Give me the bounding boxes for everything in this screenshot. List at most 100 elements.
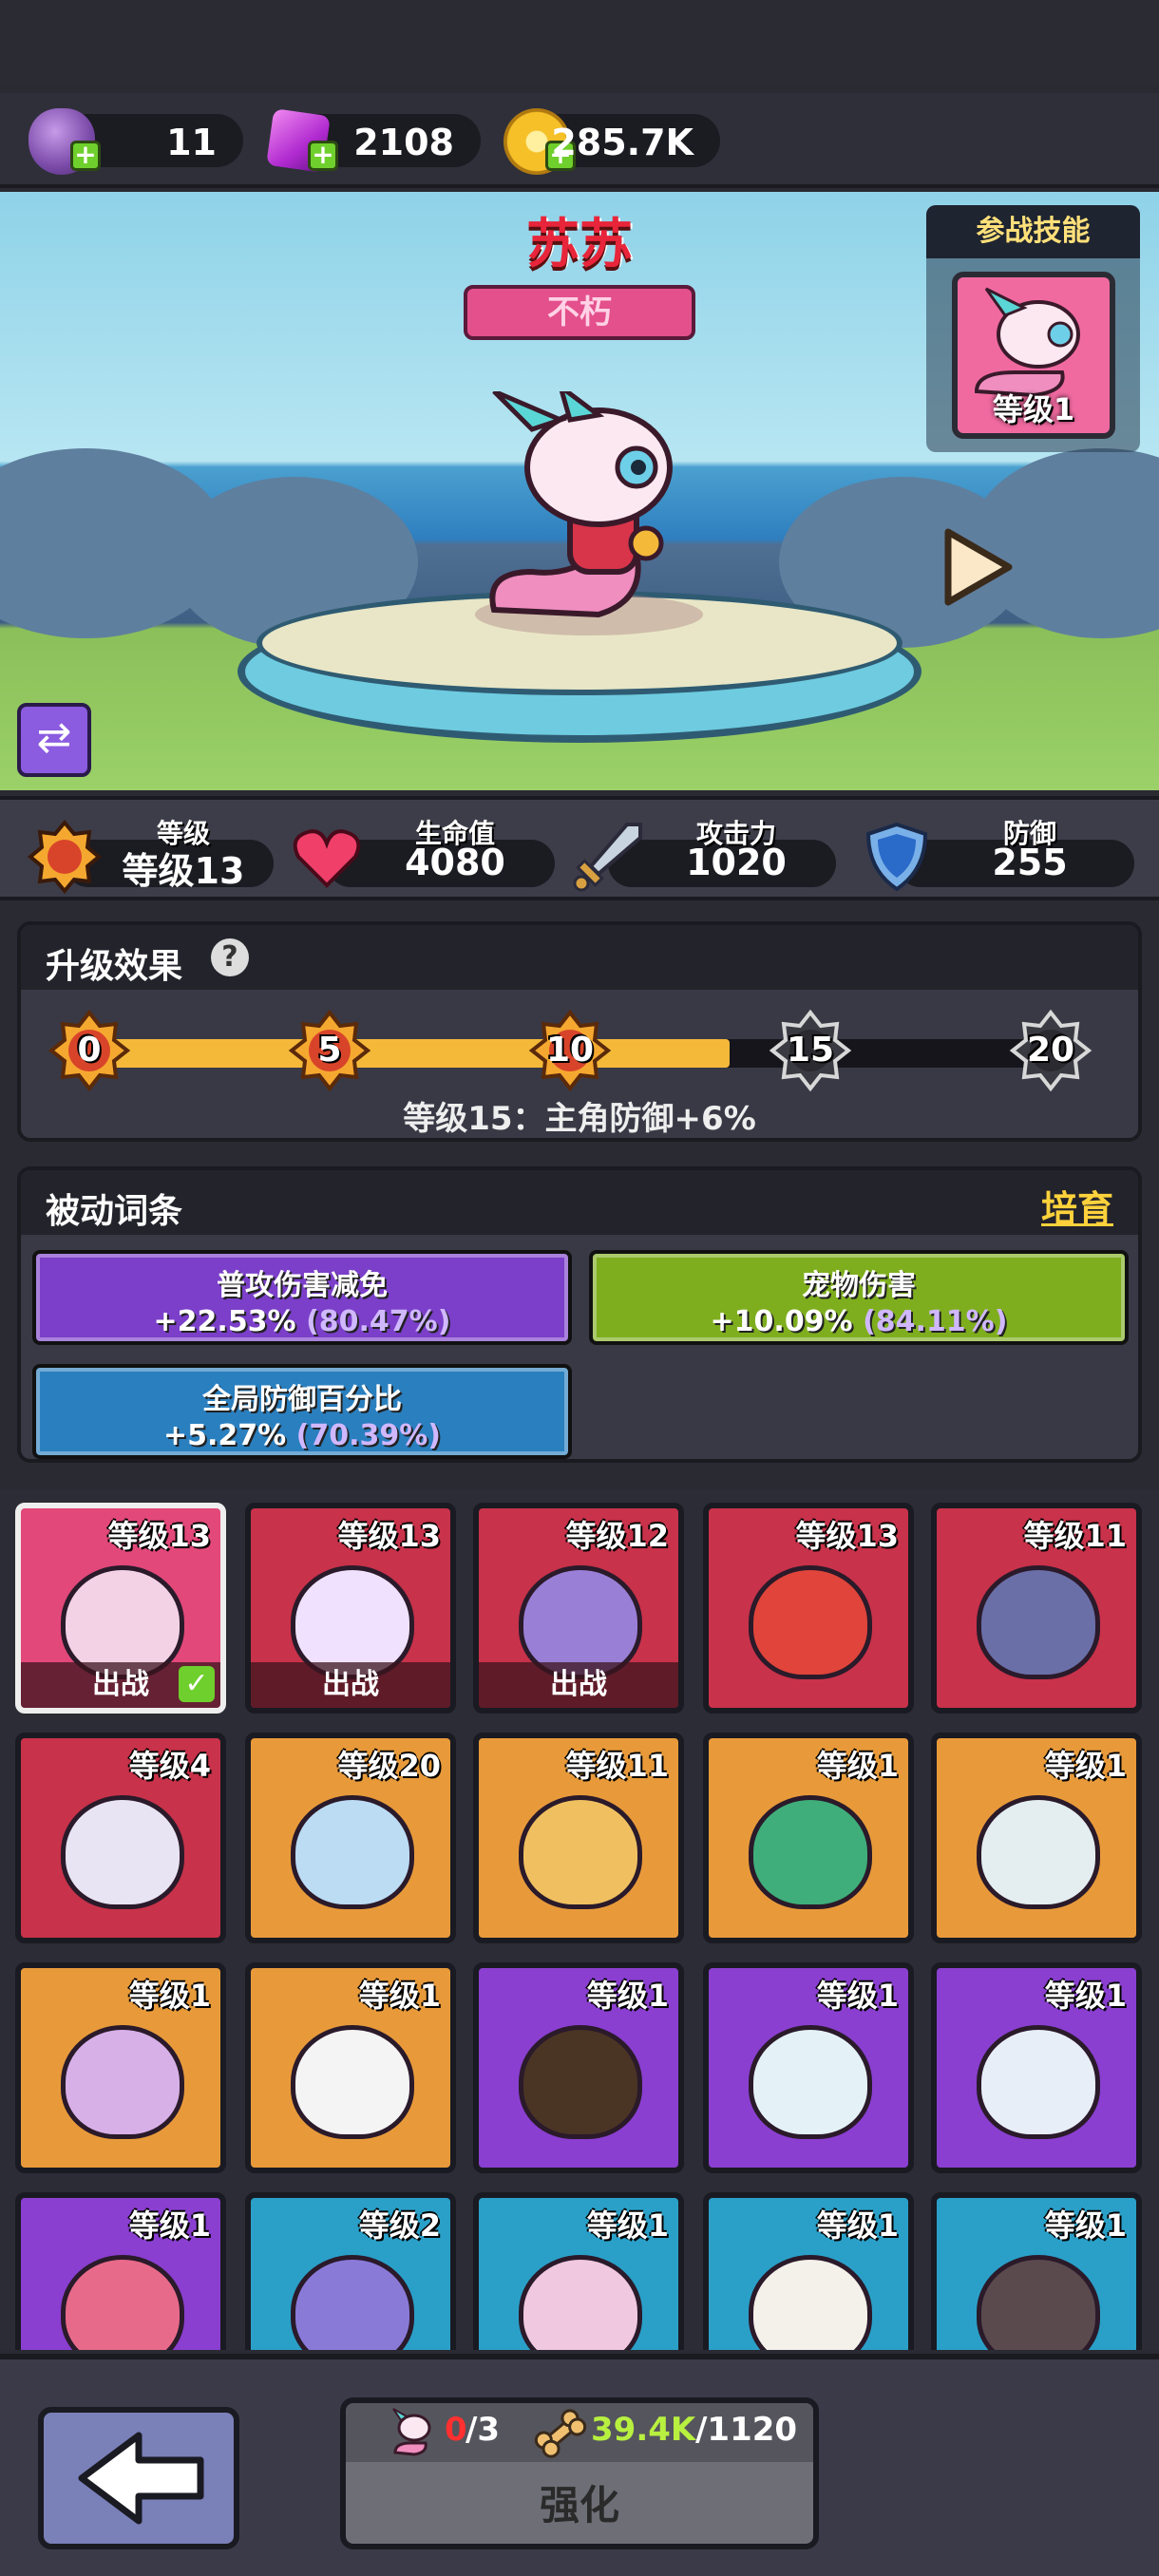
pet-card[interactable]: 等级1 <box>15 1962 226 2173</box>
add-gems-icon[interactable]: + <box>308 141 338 171</box>
pet-card[interactable]: 等级1 <box>931 1962 1142 2173</box>
skill-pet-icon <box>974 287 1080 398</box>
pet-level: 等级13 <box>107 1518 211 1554</box>
pet-portrait <box>61 1795 184 1909</box>
milestone-node: 0 <box>48 1009 131 1092</box>
pet-portrait <box>749 1795 872 1909</box>
pet-level: 等级1 <box>816 1978 899 2014</box>
affix-name: 宠物伤害 <box>802 1269 916 1302</box>
help-icon[interactable]: ? <box>211 938 249 976</box>
pet-card[interactable]: 等级1 <box>245 1962 456 2173</box>
bottom-bar: 0 /3 39.4K /1120 强化 <box>0 2354 1159 2576</box>
pet-portrait <box>977 2255 1100 2350</box>
stat-level: 等级 等级13 <box>27 813 274 895</box>
pet-portrait <box>519 2025 642 2139</box>
back-arrow-icon <box>78 2432 204 2525</box>
pet-card[interactable]: 等级20 <box>245 1733 456 1943</box>
affix-value: +5.27% <box>162 1419 287 1452</box>
pet-card[interactable]: 等级11 <box>473 1733 684 1943</box>
milestone-node: 5 <box>288 1009 371 1092</box>
bones-need: /1120 <box>695 2411 798 2449</box>
battle-skill-title: 参战技能 <box>926 205 1140 258</box>
pet-card[interactable]: 等级1 <box>931 2192 1142 2350</box>
pet-level: 等级4 <box>128 1748 211 1784</box>
affix-max: (80.47%) <box>306 1305 451 1338</box>
pet-portrait <box>519 1795 642 1909</box>
coin-currency[interactable]: + 285.7K <box>504 108 720 175</box>
upgrade-effect-title: 升级效果 <box>46 947 183 986</box>
pet-level: 等级1 <box>586 1978 669 2014</box>
battle-skill-card[interactable]: 等级1 <box>952 272 1115 439</box>
milestone-label: 10 <box>545 1031 595 1070</box>
affix-value-row: +22.53% (80.47%) <box>36 1305 568 1338</box>
pet-level: 等级13 <box>337 1518 441 1554</box>
pet-card[interactable]: 等级1 <box>931 1733 1142 1943</box>
pet-card[interactable]: 等级1 <box>703 2192 914 2350</box>
heart-icon <box>293 829 361 888</box>
affix-max: (70.39%) <box>295 1419 442 1452</box>
shield-icon <box>865 822 928 892</box>
level-badge-icon <box>27 819 103 895</box>
milestone-label: 5 <box>317 1031 342 1070</box>
affix-max: (84.11%) <box>863 1305 1008 1338</box>
stat-hp: 生命值 4080 <box>289 813 555 889</box>
back-button[interactable] <box>38 2407 239 2549</box>
pet-portrait <box>749 1565 872 1679</box>
hero-scene: 苏苏 不朽 参战技能 等级1 ⇄ <box>0 192 1159 790</box>
hero-pet-sprite <box>475 391 703 635</box>
pet-level: 等级13 <box>795 1518 899 1554</box>
pet-card[interactable]: 等级12 出战 <box>473 1503 684 1714</box>
milestone-label: 20 <box>1026 1031 1075 1070</box>
pet-card[interactable]: 等级2 <box>245 2192 456 2350</box>
train-link[interactable]: 培育 <box>1041 1180 1113 1232</box>
pet-card[interactable]: 等级4 <box>15 1733 226 1943</box>
current-effect-text: 等级15：主角防御+6% <box>403 1100 756 1138</box>
currency-bar: + 11 + 2108 + 285.7K <box>0 93 1159 188</box>
pet-level: 等级1 <box>128 1978 211 2014</box>
gem-currency[interactable]: + 2108 <box>266 108 481 173</box>
shards-need: /3 <box>466 2411 501 2449</box>
stat-attack: 攻击力 1020 <box>570 813 836 892</box>
stat-value: 1020 <box>686 842 787 883</box>
shards-have: 0 <box>445 2411 467 2449</box>
pet-card[interactable]: 等级13 <box>703 1503 914 1714</box>
affix-card: 全局防御百分比 +5.27% (70.39%) <box>32 1364 572 1459</box>
pet-portrait <box>519 2255 642 2350</box>
pet-level: 等级1 <box>128 2207 211 2244</box>
gem-count: 2108 <box>353 122 454 163</box>
pet-portrait <box>61 2025 184 2139</box>
affix-value-row: +10.09% (84.11%) <box>593 1305 1125 1338</box>
pet-level: 等级12 <box>565 1518 669 1554</box>
pet-card[interactable]: 等级1 <box>473 2192 684 2350</box>
in-battle-label: 出战 <box>251 1662 450 1708</box>
pet-grid: 等级13 出战 ✓ 等级13 出战 等级12 出战 等级13 等级11 等级4 等级20 等级11 等级… <box>0 1489 1159 2350</box>
pet-level: 等级11 <box>1023 1518 1127 1554</box>
pet-card[interactable]: 等级1 <box>15 2192 226 2350</box>
upgrade-button[interactable]: 0 /3 39.4K /1120 强化 <box>340 2397 819 2549</box>
pet-level: 等级1 <box>1044 2207 1127 2244</box>
battle-skill-panel: 参战技能 等级1 <box>926 205 1140 452</box>
pet-card[interactable]: 等级13 出战 ✓ <box>15 1503 226 1714</box>
swap-view-button[interactable]: ⇄ <box>17 703 91 777</box>
selected-check-icon: ✓ <box>179 1666 215 1702</box>
milestone-node: 20 <box>1009 1009 1092 1092</box>
pet-card[interactable]: 等级11 <box>931 1503 1142 1714</box>
pet-portrait <box>749 2255 872 2350</box>
pet-level: 等级1 <box>816 1748 899 1784</box>
pet-level: 等级1 <box>1044 1748 1127 1784</box>
stats-bar: 等级 等级13 生命值 4080 攻击力 1020 防御 255 <box>0 796 1159 900</box>
stat-defense: 防御 255 <box>859 813 1134 892</box>
affix-card: 宠物伤害 +10.09% (84.11%) <box>589 1250 1129 1345</box>
affix-value-row: +5.27% (70.39%) <box>36 1419 568 1452</box>
stat-value: 4080 <box>405 842 505 883</box>
pet-card[interactable]: 等级1 <box>473 1962 684 2173</box>
next-pet-arrow-icon[interactable] <box>940 524 1016 610</box>
bones-have: 39.4K <box>591 2411 696 2449</box>
pet-card[interactable]: 等级1 <box>703 1962 914 2173</box>
add-eggs-icon[interactable]: + <box>70 141 101 171</box>
upgrade-progress-fill <box>87 1039 730 1068</box>
pet-card[interactable]: 等级13 出战 <box>245 1503 456 1714</box>
pet-portrait <box>291 2255 414 2350</box>
egg-currency[interactable]: + 11 <box>28 108 243 175</box>
pet-card[interactable]: 等级1 <box>703 1733 914 1943</box>
